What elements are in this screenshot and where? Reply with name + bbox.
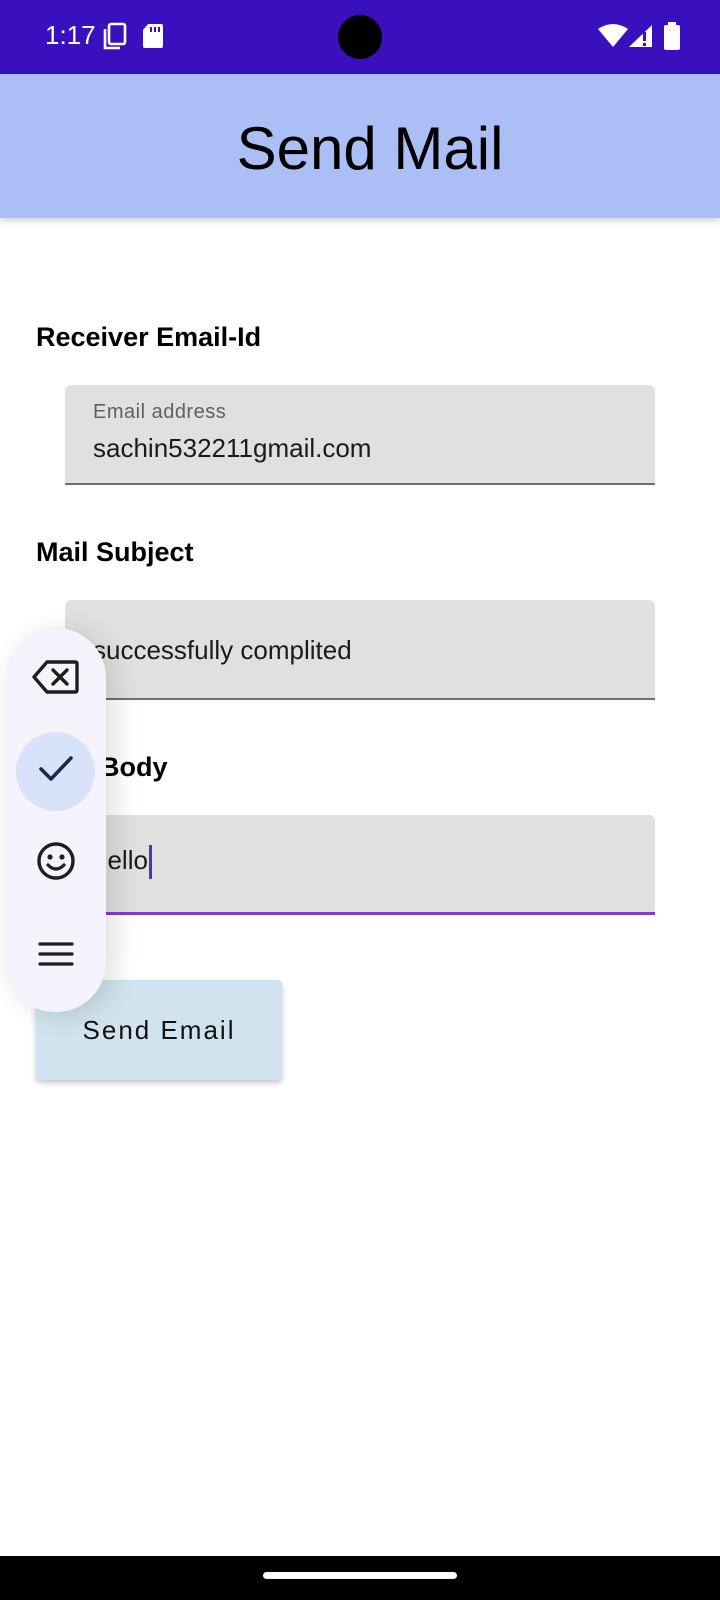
backspace-button[interactable] (16, 640, 95, 719)
screenshot-icon (102, 22, 128, 55)
receiver-email-label: Receiver Email-Id (36, 322, 262, 352)
confirm-button[interactable] (16, 732, 95, 811)
email-field-floating-label: Email address (93, 401, 227, 423)
mail-body-label: Body (100, 752, 168, 782)
sd-card-icon (142, 22, 164, 55)
mail-subject-label: Mail Subject (36, 537, 194, 567)
navigation-bar (0, 1556, 720, 1600)
menu-icon (37, 940, 74, 973)
check-icon (38, 755, 74, 788)
menu-button[interactable] (16, 917, 95, 996)
backspace-icon (31, 659, 80, 700)
battery-icon (664, 22, 680, 55)
app-bar: Send Mail (0, 74, 720, 218)
text-cursor (148, 845, 152, 880)
email-field-value: sachin532211gmail.com (93, 433, 372, 463)
subject-field[interactable]: successfully complited (65, 600, 655, 700)
front-camera-cutout (338, 15, 382, 59)
status-bar: 1:17 (0, 0, 720, 74)
email-field[interactable]: Email address sachin532211gmail.com (65, 385, 655, 485)
status-time: 1:17 (45, 20, 96, 50)
page-title: Send Mail (236, 115, 504, 182)
keyboard-floating-toolbar (5, 628, 106, 1012)
body-field[interactable]: hello (65, 815, 655, 915)
home-gesture-handle[interactable] (263, 1572, 457, 1579)
subject-field-value: successfully complited (93, 635, 352, 665)
emoji-button[interactable] (16, 824, 95, 903)
emoji-icon (36, 841, 76, 886)
signal-alert-icon (628, 24, 654, 53)
wifi-icon (598, 24, 628, 53)
